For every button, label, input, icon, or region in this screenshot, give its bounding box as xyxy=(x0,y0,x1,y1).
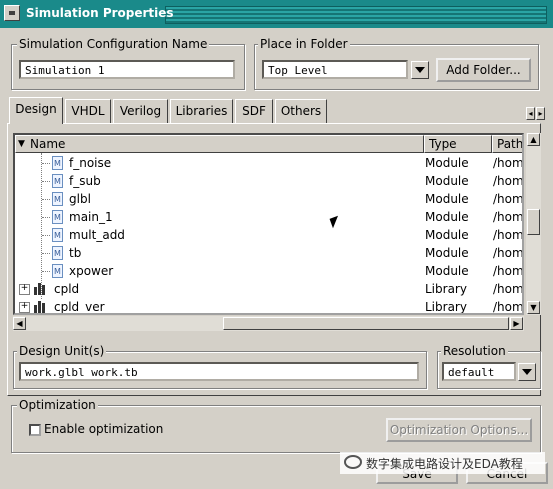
row-name: glbl xyxy=(69,192,91,206)
tree-branch-line xyxy=(42,271,50,272)
horizontal-scroll-thumb[interactable] xyxy=(223,317,509,330)
tree-row[interactable]: + cpld_ver Library /home xyxy=(15,298,524,314)
row-type: Module xyxy=(425,228,469,242)
config-name-label: Simulation Configuration Name xyxy=(17,37,210,51)
optimization-label: Optimization xyxy=(17,398,98,412)
row-name: main_1 xyxy=(69,210,113,224)
column-header-type[interactable]: Type xyxy=(424,135,492,153)
row-type: Module xyxy=(425,192,469,206)
column-header-path[interactable]: Path xyxy=(492,135,522,153)
module-icon: M xyxy=(52,228,63,242)
scroll-down-icon[interactable]: ▼ xyxy=(527,301,540,314)
tab-scroll-right-icon[interactable]: ▸ xyxy=(536,107,545,120)
row-type: Module xyxy=(425,174,469,188)
tree-branch-line xyxy=(42,235,50,236)
tab-others[interactable]: Others xyxy=(275,99,327,123)
row-name: cpld_ver xyxy=(54,300,105,314)
tree-vertical-scrollbar[interactable]: ▲ ▼ xyxy=(526,133,541,315)
design-units-input[interactable]: work.glbl work.tb xyxy=(19,362,419,381)
window-title: Simulation Properties xyxy=(26,6,174,20)
tree-horizontal-scrollbar[interactable]: ◀ ▶ xyxy=(13,316,524,331)
row-type: Module xyxy=(425,210,469,224)
watermark-logo-icon xyxy=(344,455,362,469)
enable-optimization-checkbox[interactable] xyxy=(29,424,41,436)
scroll-right-icon[interactable]: ▶ xyxy=(510,317,523,330)
row-path: /home xyxy=(493,192,524,206)
row-path: /home xyxy=(493,228,524,242)
row-name: mult_add xyxy=(69,228,125,242)
row-path: /home xyxy=(493,282,524,296)
add-folder-button[interactable]: Add Folder... xyxy=(436,58,531,82)
sort-indicator-icon: ▼ xyxy=(18,139,25,149)
row-path: /home xyxy=(493,156,524,170)
module-icon: M xyxy=(52,210,63,224)
tab-scroll-left-icon[interactable]: ◂ xyxy=(526,107,535,120)
title-bar-stripes xyxy=(165,6,547,24)
module-icon: M xyxy=(52,264,63,278)
tab-sdf[interactable]: SDF xyxy=(235,99,273,123)
tab-verilog[interactable]: Verilog xyxy=(113,99,168,123)
row-path: /home xyxy=(493,174,524,188)
folder-dropdown-icon[interactable] xyxy=(411,61,429,79)
tree-row[interactable]: M tb Module /home xyxy=(15,244,524,262)
row-name: cpld xyxy=(54,282,80,296)
module-icon: M xyxy=(52,192,63,206)
row-name: tb xyxy=(69,246,82,260)
row-name: f_noise xyxy=(69,156,112,170)
row-path: /home xyxy=(493,264,524,278)
resolution-select[interactable]: default xyxy=(442,362,516,381)
tree-branch-line xyxy=(42,163,50,164)
row-type: Module xyxy=(425,156,469,170)
folder-select[interactable]: Top Level xyxy=(262,60,408,79)
tree-row[interactable]: M f_sub Module /home xyxy=(15,172,524,190)
row-path: /home xyxy=(493,210,524,224)
optimization-options-button[interactable]: Optimization Options... xyxy=(386,418,532,442)
config-name-input[interactable]: Simulation 1 xyxy=(19,60,235,79)
watermark-text: 数字集成电路设计及EDA教程 xyxy=(366,457,523,471)
row-name: f_sub xyxy=(69,174,101,188)
tree-row[interactable]: M f_noise Module /home xyxy=(15,154,524,172)
tree-branch-line xyxy=(42,217,50,218)
tab-vhdl[interactable]: VHDL xyxy=(65,99,111,123)
row-type: Library xyxy=(425,282,467,296)
tree-row[interactable]: M mult_add Module /home xyxy=(15,226,524,244)
column-header-name[interactable]: ▼ Name xyxy=(15,135,424,153)
resolution-dropdown-icon[interactable] xyxy=(518,363,536,381)
tree-branch-line xyxy=(42,199,50,200)
title-bar[interactable]: Simulation Properties xyxy=(0,0,553,28)
row-name: xpower xyxy=(69,264,114,278)
resolution-label: Resolution xyxy=(441,344,508,358)
window-menu-icon[interactable] xyxy=(4,5,20,21)
tab-libraries[interactable]: Libraries xyxy=(170,99,233,123)
module-icon: M xyxy=(52,156,63,170)
module-icon: M xyxy=(52,246,63,260)
tree-row[interactable]: M main_1 Module /home xyxy=(15,208,524,226)
tab-design[interactable]: Design xyxy=(9,97,63,124)
design-tree[interactable]: ▼ Name Type Path M f_noise Module /home … xyxy=(13,133,524,315)
library-icon xyxy=(34,283,48,295)
tree-branch-line xyxy=(42,181,50,182)
row-path: /home xyxy=(493,300,524,314)
design-units-label: Design Unit(s) xyxy=(17,344,107,358)
row-type: Module xyxy=(425,264,469,278)
row-type: Library xyxy=(425,300,467,314)
scroll-up-icon[interactable]: ▲ xyxy=(527,133,540,146)
enable-optimization-label[interactable]: Enable optimization xyxy=(44,422,163,436)
module-icon: M xyxy=(52,174,63,188)
vertical-scroll-thumb[interactable] xyxy=(527,209,540,235)
tree-row[interactable]: M glbl Module /home xyxy=(15,190,524,208)
row-type: Module xyxy=(425,246,469,260)
row-path: /home xyxy=(493,246,524,260)
expand-icon[interactable]: + xyxy=(19,284,30,295)
scroll-left-icon[interactable]: ◀ xyxy=(13,317,26,330)
expand-icon[interactable]: + xyxy=(19,302,30,313)
tree-row[interactable]: + cpld Library /home xyxy=(15,280,524,298)
tree-row[interactable]: M xpower Module /home xyxy=(15,262,524,280)
tree-branch-line xyxy=(42,253,50,254)
library-icon xyxy=(34,301,48,313)
folder-label: Place in Folder xyxy=(258,37,350,51)
